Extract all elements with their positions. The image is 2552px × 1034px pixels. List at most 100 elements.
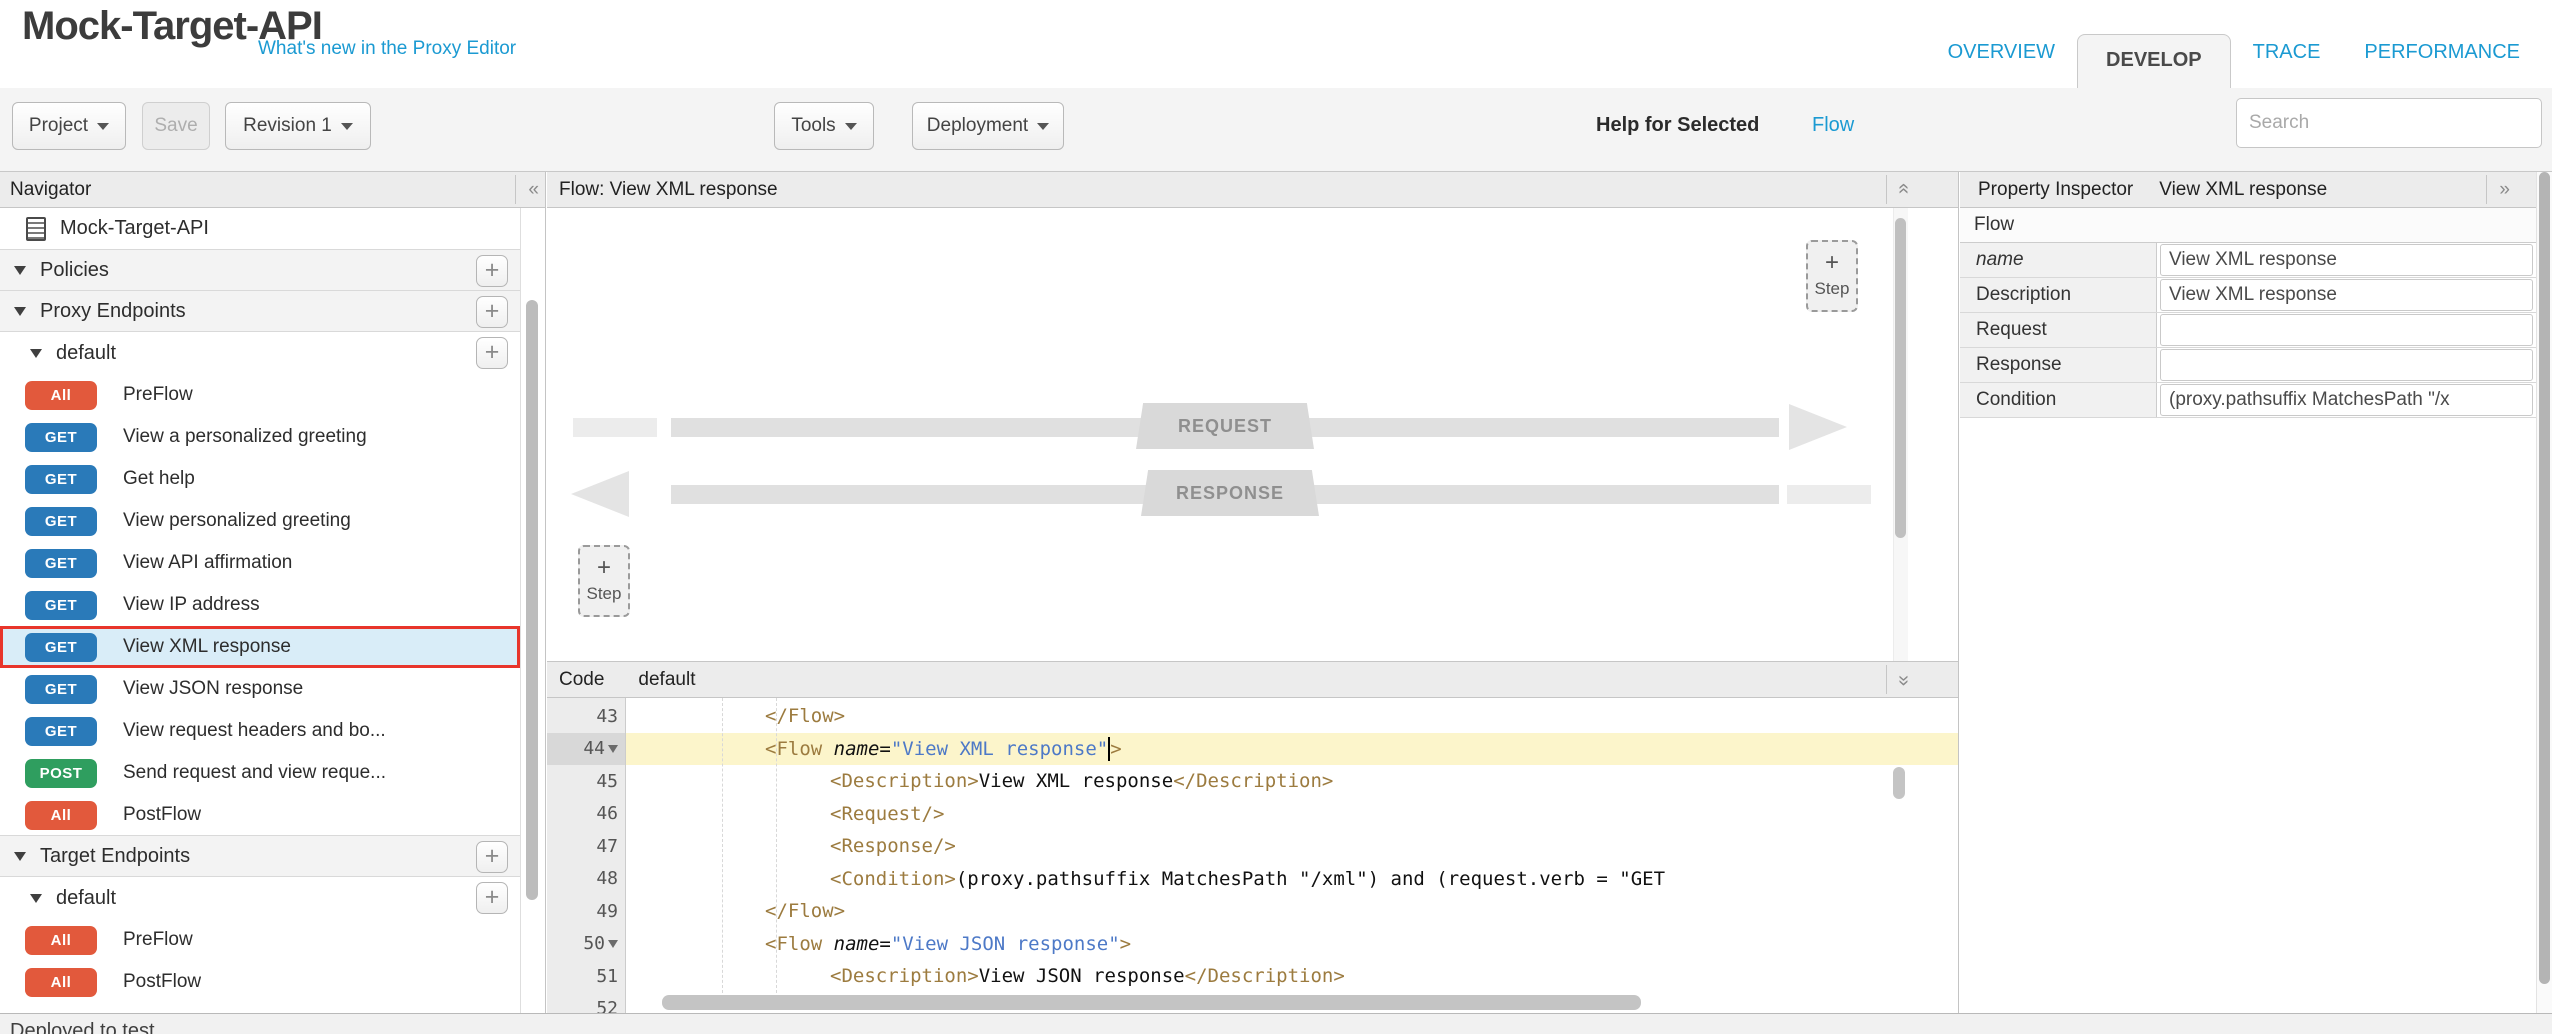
- code-vertical-scrollbar[interactable]: [1893, 767, 1905, 799]
- nav-item-label: View API affirmation: [123, 552, 292, 574]
- code-line[interactable]: 50<Flow name="View JSON response">: [547, 928, 1958, 961]
- nav-flow-item[interactable]: GETView API affirmation: [0, 542, 520, 584]
- property-value-input[interactable]: View XML response: [2160, 244, 2533, 276]
- property-row: Response: [1960, 348, 2536, 383]
- property-inspector-panel: Property Inspector View XML response » F…: [1960, 172, 2536, 1013]
- line-number-text: 50: [583, 933, 605, 954]
- tab-trace[interactable]: TRACE: [2231, 41, 2343, 64]
- code-line[interactable]: 43</Flow>: [547, 700, 1958, 733]
- response-flow-label: RESPONSE: [1141, 470, 1319, 516]
- add-button[interactable]: +: [476, 255, 508, 287]
- proxy-doc-icon: [26, 217, 46, 241]
- tab-performance[interactable]: PERFORMANCE: [2342, 41, 2542, 64]
- line-number: 45: [547, 765, 626, 798]
- line-number-text: 51: [596, 966, 618, 987]
- caret-down-icon: [97, 123, 109, 130]
- nav-section-row[interactable]: Target Endpoints+: [0, 835, 520, 877]
- code-line[interactable]: 48<Condition>(proxy.pathsuffix MatchesPa…: [547, 863, 1958, 896]
- code-line-content: <Description>View JSON response</Descrip…: [626, 960, 1958, 993]
- nav-item-label: PreFlow: [123, 384, 193, 406]
- line-number-text: 52: [596, 998, 618, 1013]
- nav-flow-item[interactable]: GETView a personalized greeting: [0, 416, 520, 458]
- add-button[interactable]: +: [476, 882, 508, 914]
- tab-overview[interactable]: OVERVIEW: [1926, 41, 2077, 64]
- flow-scrollbar[interactable]: [1895, 218, 1906, 538]
- code-line[interactable]: 46<Request/>: [547, 798, 1958, 831]
- code-line[interactable]: 44<Flow name="View XML response">: [547, 733, 1958, 766]
- search-input[interactable]: [2236, 98, 2542, 148]
- property-value-cell: View XML response: [2157, 243, 2536, 277]
- code-line[interactable]: 51 <Description>View JSON response</Descr…: [547, 960, 1958, 993]
- nav-item-label: PostFlow: [123, 804, 201, 826]
- code-line-content: <Description>View XML response</Descript…: [626, 765, 1958, 798]
- add-step-button-request[interactable]: + Step: [1806, 240, 1858, 312]
- flow-collapse-icon[interactable]: »: [1886, 175, 1908, 204]
- nav-flow-item[interactable]: GETView JSON response: [0, 668, 520, 710]
- nav-flow-item[interactable]: GETView XML response: [0, 626, 520, 668]
- inspector-rows: nameView XML responseDescriptionView XML…: [1960, 243, 2536, 418]
- help-flow-link[interactable]: Flow: [1812, 114, 1854, 137]
- add-button[interactable]: +: [476, 841, 508, 873]
- revision-button[interactable]: Revision 1: [225, 102, 371, 150]
- add-button[interactable]: +: [476, 296, 508, 328]
- code-line-content: <Response/>: [626, 830, 1958, 863]
- code-token: <Flow: [765, 933, 822, 955]
- inspector-expand-icon[interactable]: »: [2486, 175, 2510, 204]
- navigator-collapse-icon[interactable]: «: [515, 175, 539, 204]
- nav-section-row[interactable]: Proxy Endpoints+: [0, 290, 520, 332]
- page-scrollbar[interactable]: [2539, 172, 2550, 984]
- code-token: <Flow: [765, 738, 822, 760]
- code-editor[interactable]: 43</Flow>44<Flow name="View XML response…: [547, 698, 1958, 1013]
- nav-sub-row[interactable]: default +: [0, 877, 520, 919]
- nav-flow-item[interactable]: GETView IP address: [0, 584, 520, 626]
- tab-develop[interactable]: DEVELOP: [2077, 34, 2231, 88]
- code-panel-header: Code default »: [547, 661, 1958, 698]
- code-token: (proxy.pathsuffix MatchesPath "/xml") an…: [956, 868, 1665, 890]
- project-button[interactable]: Project: [12, 102, 126, 150]
- nav-item-label: View XML response: [123, 636, 291, 658]
- nav-flow-item[interactable]: POSTSend request and view reque...: [0, 752, 520, 794]
- add-step-button-response[interactable]: + Step: [578, 545, 630, 617]
- nav-flow-item[interactable]: AllPreFlow: [0, 919, 520, 961]
- navigator-scrollbar[interactable]: [526, 300, 538, 900]
- nav-sub-row[interactable]: default+: [0, 332, 520, 374]
- nav-item-label: Get help: [123, 468, 195, 490]
- navigator-list: Mock-Target-APIPolicies+Proxy Endpoints+…: [0, 208, 520, 1013]
- nav-flow-item[interactable]: AllPostFlow: [0, 961, 520, 1003]
- property-value-input[interactable]: (proxy.pathsuffix MatchesPath "/x: [2160, 384, 2533, 416]
- nav-flow-item[interactable]: AllPostFlow: [0, 794, 520, 836]
- tools-button[interactable]: Tools: [774, 102, 874, 150]
- fold-arrow-icon[interactable]: [608, 940, 618, 948]
- nav-flow-item[interactable]: GETView request headers and bo...: [0, 710, 520, 752]
- nav-flow-item[interactable]: GET Get help: [0, 458, 520, 500]
- code-token: </Flow>: [765, 900, 845, 922]
- nav-flow-item[interactable]: GETView personalized greeting: [0, 500, 520, 542]
- property-value-input[interactable]: View XML response: [2160, 279, 2533, 311]
- nav-flow-item[interactable]: AllPreFlow: [0, 374, 520, 416]
- code-collapse-icon[interactable]: »: [1886, 665, 1908, 694]
- deployment-button[interactable]: Deployment: [912, 102, 1064, 150]
- code-line[interactable]: 47<Response/>: [547, 830, 1958, 863]
- line-number: 44: [547, 733, 626, 766]
- nav-item-label: View a personalized greeting: [123, 426, 367, 448]
- save-button[interactable]: Save: [142, 102, 210, 150]
- property-value-input[interactable]: [2160, 349, 2533, 381]
- caret-down-icon: [1037, 123, 1049, 130]
- add-button[interactable]: +: [476, 337, 508, 369]
- code-token: </Flow>: [765, 705, 845, 727]
- caret-down-icon: [14, 852, 26, 861]
- fold-arrow-icon[interactable]: [608, 745, 618, 753]
- code-line[interactable]: 49</Flow>: [547, 895, 1958, 928]
- code-line[interactable]: 45<Description>View XML response</Descri…: [547, 765, 1958, 798]
- navigator-header: Navigator «: [0, 172, 545, 208]
- code-token: <Response/>: [830, 835, 956, 857]
- whats-new-link[interactable]: What's new in the Proxy Editor: [258, 38, 516, 60]
- code-horizontal-scrollbar[interactable]: [662, 995, 1641, 1010]
- property-value-input[interactable]: [2160, 314, 2533, 346]
- method-badge: GET: [25, 465, 97, 494]
- property-row: Request: [1960, 313, 2536, 348]
- nav-section-row[interactable]: Policies+: [0, 249, 520, 291]
- property-value-cell: (proxy.pathsuffix MatchesPath "/x: [2157, 383, 2536, 417]
- nav-item-label: default: [56, 887, 116, 910]
- nav-root-row[interactable]: Mock-Target-API: [0, 208, 520, 250]
